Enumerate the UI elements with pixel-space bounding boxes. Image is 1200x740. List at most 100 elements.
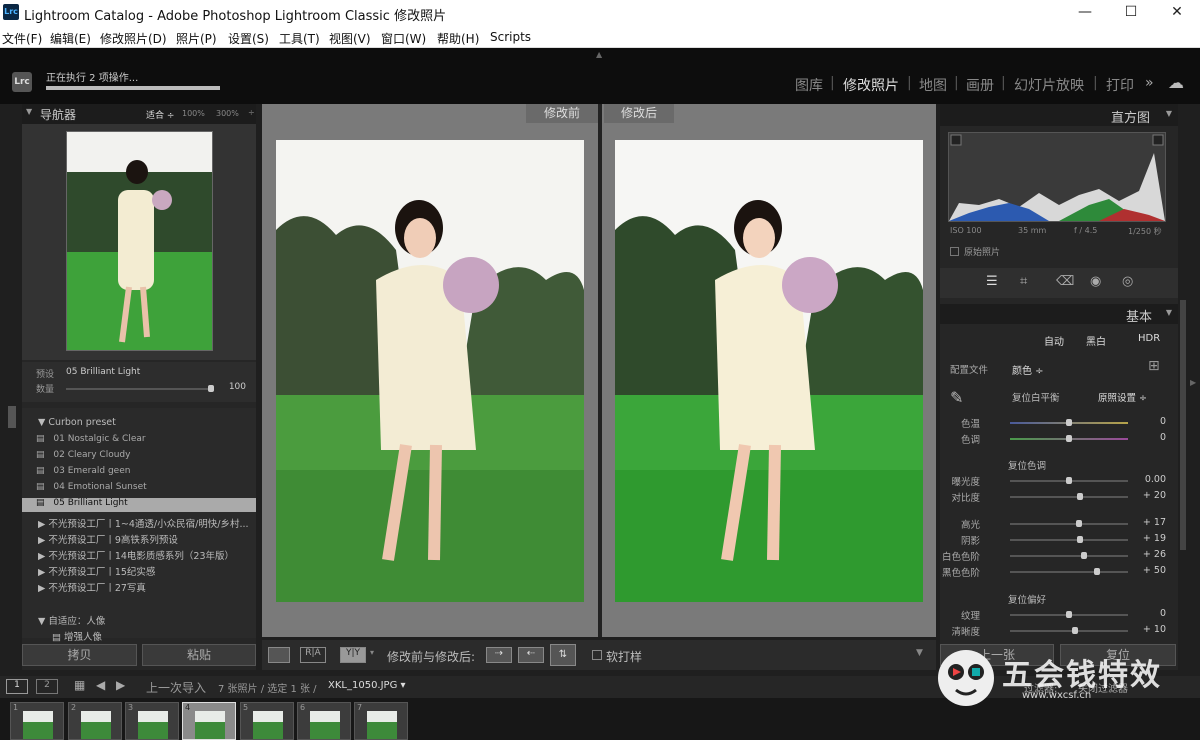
zoom-300[interactable]: 300% bbox=[216, 109, 239, 118]
module-map[interactable]: 地图 bbox=[919, 75, 947, 95]
collapse-triangle-icon[interactable]: ▼ bbox=[1166, 308, 1172, 317]
highlights-slider[interactable]: 高光 + 17 bbox=[948, 517, 1168, 531]
temp-slider[interactable]: 色温 0 bbox=[948, 416, 1168, 430]
left-panel-toggle-icon[interactable] bbox=[8, 406, 16, 428]
tint-slider[interactable]: 色调 0 bbox=[948, 432, 1168, 446]
right-panel-scrollbar[interactable] bbox=[1180, 300, 1186, 550]
slider-knob[interactable] bbox=[1066, 611, 1072, 618]
navigator-preview[interactable] bbox=[66, 131, 213, 351]
auto-button[interactable]: 自动 bbox=[1044, 333, 1064, 348]
toolbar-menu-icon[interactable]: ▼ bbox=[916, 648, 923, 658]
menu-photo[interactable]: 照片(P) bbox=[176, 30, 217, 47]
main-window-button[interactable]: 1 bbox=[6, 679, 28, 694]
shadows-slider[interactable]: 阴影 + 19 bbox=[948, 533, 1168, 547]
preset-item[interactable]: ▤ 01 Nostalgic & Clear bbox=[36, 434, 146, 444]
collapse-triangle-icon[interactable]: ▼ bbox=[1166, 109, 1172, 118]
contrast-slider[interactable]: 对比度 + 20 bbox=[948, 490, 1168, 504]
healing-icon[interactable]: ⌫ bbox=[1056, 274, 1074, 289]
copy-button[interactable]: 拷贝 bbox=[22, 644, 137, 666]
preset-group[interactable]: ▶ 不光预设工厂丨1~4通透/小众民宿/明快/乡村... bbox=[38, 516, 249, 530]
masking-icon[interactable]: ◎ bbox=[1122, 274, 1133, 289]
slider-knob[interactable] bbox=[1080, 552, 1087, 559]
menu-develop[interactable]: 修改照片(D) bbox=[100, 30, 167, 47]
menu-edit[interactable]: 编辑(E) bbox=[50, 30, 91, 47]
preset-item-selected[interactable]: ▤ 05 Brilliant Light bbox=[22, 498, 256, 512]
wb-eyedropper-icon[interactable]: ✎ bbox=[950, 388, 963, 407]
menu-view[interactable]: 视图(V) bbox=[329, 30, 371, 47]
copy-before-to-after-icon[interactable]: ⇢ bbox=[486, 647, 512, 663]
module-library[interactable]: 图库 bbox=[795, 75, 823, 95]
preset-group[interactable]: ▼ Curbon preset bbox=[38, 417, 116, 428]
hdr-button[interactable]: HDR bbox=[1138, 333, 1160, 344]
film-thumb[interactable]: 6 bbox=[297, 702, 351, 740]
forward-arrow-icon[interactable]: ▶ bbox=[116, 678, 125, 692]
source-label[interactable]: 上一次导入 bbox=[146, 679, 206, 696]
before-photo[interactable] bbox=[276, 140, 584, 602]
tone-reset-label[interactable]: 复位色调 bbox=[1008, 458, 1046, 472]
film-thumb[interactable]: 1 bbox=[10, 702, 64, 740]
redeye-icon[interactable]: ◉ bbox=[1090, 274, 1101, 289]
softproof-checkbox[interactable] bbox=[592, 650, 602, 660]
presence-reset-label[interactable]: 复位偏好 bbox=[1008, 592, 1046, 606]
back-arrow-icon[interactable]: ◀ bbox=[96, 678, 105, 692]
slider-knob[interactable] bbox=[1066, 477, 1072, 484]
preset-group[interactable]: ▶ 不光预设工厂丨27写真 bbox=[38, 580, 146, 594]
slider-knob[interactable] bbox=[1076, 536, 1083, 543]
whites-slider[interactable]: 白色色阶 + 26 bbox=[942, 549, 1168, 563]
film-thumb[interactable]: 5 bbox=[240, 702, 294, 740]
menu-window[interactable]: 窗口(W) bbox=[381, 30, 426, 47]
preset-group[interactable]: ▼ 自适应：人像 bbox=[38, 613, 105, 627]
amount-slider[interactable] bbox=[66, 385, 214, 392]
preset-item[interactable]: ▤ 增强人像 bbox=[52, 629, 102, 643]
paste-button[interactable]: 粘贴 bbox=[142, 644, 256, 666]
after-photo[interactable] bbox=[615, 140, 923, 602]
preset-group[interactable]: ▶ 不光预设工厂丨14电影质感系列（23年版） bbox=[38, 548, 234, 562]
grid-view-icon[interactable]: ▦ bbox=[74, 678, 85, 692]
slider-knob[interactable] bbox=[1094, 568, 1100, 575]
dropdown-icon[interactable]: ▾ bbox=[370, 648, 374, 657]
more-modules-icon[interactable]: » bbox=[1145, 75, 1154, 91]
cloud-icon[interactable]: ☁ bbox=[1168, 73, 1184, 92]
slider-knob[interactable] bbox=[1071, 627, 1078, 634]
bw-button[interactable]: 黑白 bbox=[1086, 333, 1106, 348]
crop-icon[interactable]: ⌗ bbox=[1020, 274, 1027, 289]
amount-slider-knob[interactable] bbox=[208, 385, 214, 392]
clarity-slider[interactable]: 清晰度 + 10 bbox=[948, 624, 1168, 638]
second-window-button[interactable]: 2 bbox=[36, 679, 58, 694]
slider-knob[interactable] bbox=[1066, 419, 1072, 426]
module-book[interactable]: 画册 bbox=[966, 75, 994, 95]
menu-tools[interactable]: 工具(T) bbox=[279, 30, 320, 47]
zoom-more-icon[interactable]: ÷ bbox=[248, 108, 255, 117]
module-develop[interactable]: 修改照片 bbox=[843, 75, 899, 95]
preset-item[interactable]: ▤ 04 Emotional Sunset bbox=[36, 482, 147, 492]
film-thumb[interactable]: 7 bbox=[354, 702, 408, 740]
file-name[interactable]: XKL_1050.JPG ▾ bbox=[328, 680, 406, 691]
preset-group[interactable]: ▶ 不光预设工厂丨15纪实感 bbox=[38, 564, 155, 578]
collapse-triangle-icon[interactable]: ▼ bbox=[26, 107, 32, 116]
wb-dropdown[interactable]: 原照设置 ÷ bbox=[1098, 390, 1147, 404]
minimize-icon[interactable]: — bbox=[1076, 4, 1094, 22]
preset-item[interactable]: ▤ 02 Cleary Cloudy bbox=[36, 450, 130, 460]
preset-group[interactable]: ▶ 不光预设工厂丨9高铁系列预设 bbox=[38, 532, 178, 546]
wb-reset-label[interactable]: 复位白平衡 bbox=[1012, 390, 1060, 404]
menu-help[interactable]: 帮助(H) bbox=[437, 30, 479, 47]
slider-knob[interactable] bbox=[1066, 435, 1072, 442]
zoom-100[interactable]: 100% bbox=[182, 109, 205, 118]
preset-item[interactable]: ▤ 03 Emerald geen bbox=[36, 466, 130, 476]
original-photo-checkbox[interactable] bbox=[950, 247, 959, 256]
exposure-slider[interactable]: 曝光度 0.00 bbox=[948, 474, 1168, 488]
zoom-fit[interactable]: 适合 ÷ bbox=[146, 108, 174, 121]
loupe-view-icon[interactable] bbox=[268, 647, 290, 663]
close-icon[interactable]: ✕ bbox=[1168, 4, 1186, 22]
blacks-slider[interactable]: 黑色色阶 + 50 bbox=[942, 565, 1168, 579]
right-panel-toggle-icon[interactable]: ▶ bbox=[1190, 378, 1196, 387]
before-after-yy-button[interactable]: Y|Y bbox=[340, 647, 366, 663]
module-slideshow[interactable]: 幻灯片放映 bbox=[1014, 75, 1084, 95]
profile-dropdown[interactable]: 颜色 ÷ bbox=[1012, 362, 1044, 377]
menu-settings[interactable]: 设置(S) bbox=[228, 30, 269, 47]
collapse-top-icon[interactable]: ▲ bbox=[596, 50, 602, 59]
module-print[interactable]: 打印 bbox=[1106, 75, 1134, 95]
slider-knob[interactable] bbox=[1077, 493, 1084, 500]
menu-file[interactable]: 文件(F) bbox=[2, 30, 42, 47]
profile-grid-icon[interactable]: ⊞ bbox=[1148, 358, 1160, 374]
